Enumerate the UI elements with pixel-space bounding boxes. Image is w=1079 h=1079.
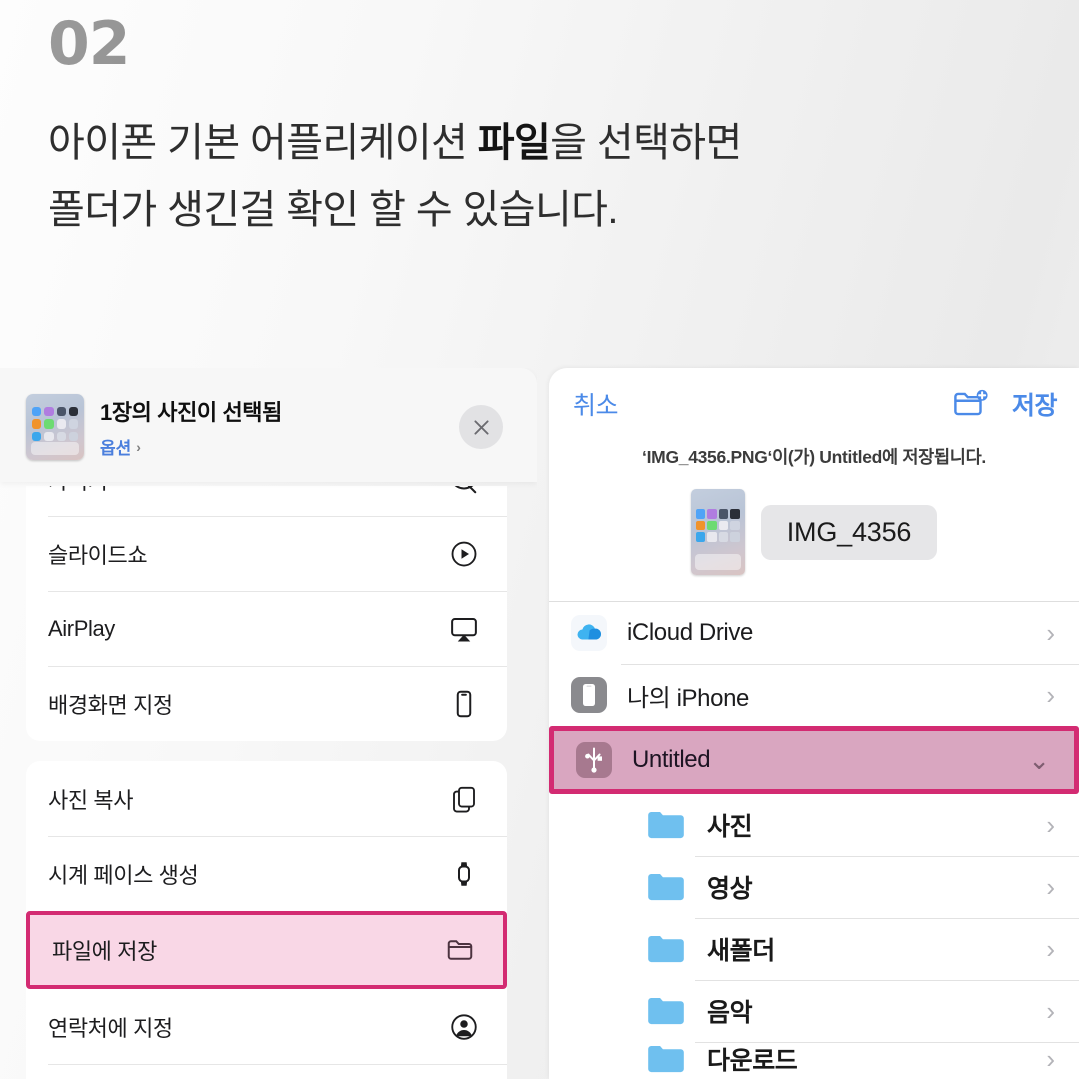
location-row-icloud-drive[interactable]: iCloud Drive › [549,602,1079,664]
watch-icon [447,857,481,891]
action-label: AirPlay [48,615,115,641]
action-row-slideshow[interactable]: 슬라이드쇼 [26,516,507,591]
chevron-down-icon: ⌄ [1028,745,1050,775]
filename-input[interactable]: IMG_4356 [760,504,938,560]
headline-line-2: 폴더가 생긴걸 확인 할 수 있습니다. [48,188,618,233]
phone-icon [447,687,481,721]
eye-slash-icon [447,486,481,498]
contact-icon [447,1010,481,1044]
folder-row-downloads[interactable]: 다운로드 › [549,1042,1079,1076]
folder-label: 새폴더 [707,937,775,965]
folder-label: 음악 [707,999,753,1027]
instruction-block: 02 아이폰 기본 어플리케이션 파일을 선택하면 폴더가 생긴걸 확인 할 수… [0,0,1079,368]
share-sheet-panel: 1장의 사진이 선택됨 옵션 › 가리기 [0,368,537,1079]
folder-label: 사진 [707,813,753,841]
action-row-set-wallpaper[interactable]: 배경화면 지정 [26,666,507,741]
action-label: 사진 복사 [48,787,134,813]
share-sheet-header: 1장의 사진이 선택됨 옵션 › [0,368,537,482]
filename-row: IMG_4356 [549,489,1079,601]
headline-emphasis: 파일 [477,121,551,165]
file-preview-thumbnail [690,489,745,575]
iphone-icon [569,675,609,715]
new-folder-button[interactable] [950,383,992,425]
headline: 아이폰 기본 어플리케이션 파일을 선택하면 폴더가 생긴걸 확인 할 수 있습… [48,110,1031,244]
action-row-create-watch-face[interactable]: 시계 페이스 생성 [26,836,507,911]
folder-blue-icon [647,1044,685,1074]
action-row-print[interactable]: 프린트 [26,1064,507,1079]
chevron-right-icon: › [1046,872,1055,902]
folder-blue-icon [647,810,685,840]
folder-label: 다운로드 [707,1047,798,1075]
play-circle-icon [447,537,481,571]
location-label: 나의 iPhone [627,684,749,712]
action-label: 파일에 저장 [52,939,157,964]
options-link[interactable]: 옵션 › [100,434,459,459]
action-row-assign-to-contact[interactable]: 연락처에 지정 [26,989,507,1064]
copy-icon [447,782,481,816]
action-row-save-to-files[interactable]: 파일에 저장 [26,911,507,989]
folder-label: 영상 [707,875,753,903]
chevron-right-icon: › [1046,934,1055,964]
action-label: 시계 페이스 생성 [48,862,199,888]
chevron-right-icon: › [136,438,141,455]
airplay-icon [447,612,481,646]
usb-icon [574,740,614,780]
action-group-1: 가리기 슬라이드쇼 A [26,486,507,741]
step-number: 02 [48,14,1031,74]
folder-blue-icon [647,934,685,964]
folder-row-music[interactable]: 음악 › [549,980,1079,1042]
chevron-right-icon: › [1046,996,1055,1026]
chevron-right-icon: › [1046,680,1055,710]
cancel-button[interactable]: 취소 [573,386,619,422]
action-row-hide[interactable]: 가리기 [26,486,507,516]
new-folder-icon [954,389,988,416]
folder-row-videos[interactable]: 영상 › [549,856,1079,918]
selected-photo-thumbnail [26,394,84,460]
location-row-untitled[interactable]: Untitled ⌄ [549,726,1079,794]
chevron-right-icon: › [1046,1044,1055,1074]
location-list[interactable]: iCloud Drive › 나의 iPhone › Untitled ⌄ 사진… [549,601,1079,1076]
files-dialog-navbar: 취소 저장 [549,368,1079,440]
headline-line-1-pre: 아이폰 기본 어플리케이션 [48,121,478,165]
save-destination-message: ‘IMG_4356.PNG‘이(가) Untitled에 저장됩니다. [642,447,986,467]
share-sheet-header-text: 1장의 사진이 선택됨 옵션 › [100,395,459,459]
close-icon [473,419,489,435]
share-sheet-action-list[interactable]: 가리기 슬라이드쇼 A [0,486,537,1079]
action-label: 연락처에 지정 [48,1015,173,1041]
action-row-copy-photo[interactable]: 사진 복사 [26,761,507,836]
action-label: 가리기 [48,486,447,496]
icloud-icon [569,613,609,653]
chevron-right-icon: › [1046,810,1055,840]
location-label: Untitled [632,746,711,773]
close-button[interactable] [459,405,503,449]
save-button[interactable]: 저장 [1012,386,1058,422]
options-label: 옵션 [100,439,132,458]
action-row-airplay[interactable]: AirPlay [26,591,507,666]
headline-line-1-post: 을 선택하면 [550,121,742,165]
action-label: 슬라이드쇼 [48,542,148,568]
folder-icon [443,933,477,967]
location-label: iCloud Drive [627,619,753,646]
folder-blue-icon [647,996,685,1026]
folder-row-new-folder[interactable]: 새폴더 › [549,918,1079,980]
action-group-2: 사진 복사 시계 페이스 생성 파일에 저장 연락처에 지정 [26,761,507,1079]
folder-blue-icon [647,872,685,902]
selection-title: 1장의 사진이 선택됨 [100,400,282,425]
folder-row-photos[interactable]: 사진 › [549,794,1079,856]
headline-line-1: 아이폰 기본 어플리케이션 파일을 선택하면 [48,110,1031,177]
action-label: 배경화면 지정 [48,692,173,718]
chevron-right-icon: › [1046,618,1055,648]
location-row-my-iphone[interactable]: 나의 iPhone › [549,664,1079,726]
files-save-dialog: 취소 저장 ‘IMG_4356.PNG‘이(가) Untitled에 저장됩니다… [549,368,1079,1079]
